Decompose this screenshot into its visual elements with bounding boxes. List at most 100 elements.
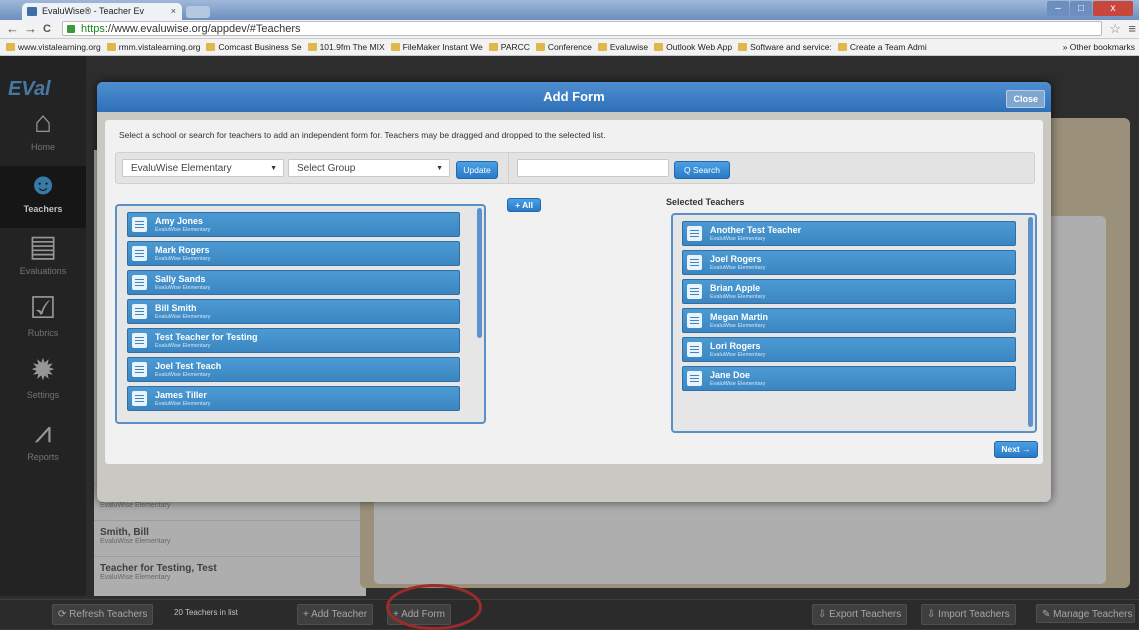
tab-title: EvaluWise® - Teacher Ev xyxy=(42,6,145,16)
drag-handle-icon[interactable] xyxy=(132,362,147,377)
lock-icon xyxy=(67,25,75,33)
bookmark-star-icon[interactable]: ☆ xyxy=(1109,21,1121,37)
teacher-card-name: James Tiller xyxy=(155,390,207,400)
browser-tab[interactable]: EvaluWise® - Teacher Ev × xyxy=(22,3,182,20)
teacher-card-school: EvaluWise Elementary xyxy=(155,256,211,262)
teacher-card[interactable]: Joel Rogers EvaluWise Elementary xyxy=(682,250,1016,275)
drag-handle-icon[interactable] xyxy=(132,304,147,319)
selected-scrollbar[interactable] xyxy=(1028,217,1033,427)
drag-handle-icon[interactable] xyxy=(132,275,147,290)
bookmark-label: rmm.vistalearning.org xyxy=(118,42,201,52)
bookmark-item[interactable]: www.vistalearning.org xyxy=(6,42,101,52)
bookmark-icon xyxy=(307,43,317,51)
teacher-card-school: EvaluWise Elementary xyxy=(710,381,766,387)
teacher-card[interactable]: Test Teacher for Testing EvaluWise Elemen… xyxy=(127,328,460,353)
back-button[interactable]: ← xyxy=(6,21,19,36)
add-form-modal: Add Form Close Select a school or search… xyxy=(97,82,1051,502)
selected-teachers-list[interactable]: Another Test Teacher EvaluWise Elementary… xyxy=(671,213,1037,433)
teacher-card[interactable]: James Tiller EvaluWise Elementary xyxy=(127,386,460,411)
bookmark-item[interactable]: Create a Team Admi xyxy=(837,42,927,52)
filter-divider xyxy=(508,153,509,183)
teacher-card[interactable]: Bill Smith EvaluWise Elementary xyxy=(127,299,460,324)
minimize-button[interactable]: – xyxy=(1047,1,1069,16)
teacher-card[interactable]: Mark Rogers EvaluWise Elementary xyxy=(127,241,460,266)
teacher-card-school: EvaluWise Elementary xyxy=(155,343,211,349)
instructions-text: Select a school or search for teachers t… xyxy=(119,130,606,140)
bookmark-item[interactable]: Comcast Business Se xyxy=(206,42,302,52)
school-select-value: EvaluWise Elementary xyxy=(131,163,232,174)
bookmark-item[interactable]: FileMaker Instant We xyxy=(390,42,483,52)
school-select[interactable]: EvaluWise Elementary ▼ xyxy=(122,159,284,177)
chevron-down-icon: ▼ xyxy=(270,165,277,172)
search-input[interactable] xyxy=(517,159,669,177)
bookmark-item[interactable]: rmm.vistalearning.org xyxy=(106,42,201,52)
bookmark-item[interactable]: Conference xyxy=(535,42,592,52)
next-button[interactable]: Next → xyxy=(994,441,1038,458)
bookmark-icon xyxy=(738,43,748,51)
teacher-card[interactable]: Amy Jones EvaluWise Elementary xyxy=(127,212,460,237)
drag-handle-icon[interactable] xyxy=(687,342,702,357)
teacher-card-name: Joel Test Teach xyxy=(155,361,222,371)
teacher-card[interactable]: Lori Rogers EvaluWise Elementary xyxy=(682,337,1016,362)
url-field[interactable]: https://www.evaluwise.org/appdev/#Teache… xyxy=(62,21,1102,36)
drag-handle-icon[interactable] xyxy=(687,313,702,328)
teacher-card-school: EvaluWise Elementary xyxy=(710,265,766,271)
teacher-card-name: Another Test Teacher xyxy=(710,225,802,235)
drag-handle-icon[interactable] xyxy=(132,217,147,232)
bookmark-icon xyxy=(654,43,664,51)
drag-handle-icon[interactable] xyxy=(687,284,702,299)
available-teachers-list[interactable]: Amy Jones EvaluWise Elementary Mark Rogers… xyxy=(115,204,486,424)
teacher-card[interactable]: Another Test Teacher EvaluWise Elementary xyxy=(682,221,1016,246)
drag-handle-icon[interactable] xyxy=(132,333,147,348)
available-scrollbar[interactable] xyxy=(477,208,482,338)
teacher-card-name: Bill Smith xyxy=(155,303,197,313)
bookmark-item[interactable]: PARCC xyxy=(488,42,530,52)
bookmark-label: FileMaker Instant We xyxy=(402,42,483,52)
teacher-card[interactable]: Joel Test Teach EvaluWise Elementary xyxy=(127,357,460,382)
window-controls: – □ x xyxy=(1047,1,1133,16)
teacher-card-name: Sally Sands xyxy=(155,274,206,284)
new-tab-button[interactable] xyxy=(186,6,210,18)
teacher-card-school: EvaluWise Elementary xyxy=(155,314,211,320)
browser-menu-icon[interactable]: ≡ xyxy=(1128,21,1136,36)
bookmark-label: Conference xyxy=(547,42,592,52)
tab-close-icon[interactable]: × xyxy=(171,3,176,20)
teacher-card[interactable]: Megan Martin EvaluWise Elementary xyxy=(682,308,1016,333)
bookmark-item[interactable]: Outlook Web App xyxy=(654,42,732,52)
add-all-button[interactable]: + All xyxy=(507,198,541,212)
drag-handle-icon[interactable] xyxy=(687,371,702,386)
bookmark-item[interactable]: Evaluwise xyxy=(597,42,649,52)
close-button[interactable]: Close xyxy=(1006,90,1045,108)
maximize-button[interactable]: □ xyxy=(1070,1,1092,16)
bookmark-icon xyxy=(390,43,400,51)
drag-handle-icon[interactable] xyxy=(687,226,702,241)
teacher-card-school: EvaluWise Elementary xyxy=(155,227,211,233)
annotation-circle xyxy=(386,584,482,630)
update-button[interactable]: Update xyxy=(456,161,498,179)
bookmark-item[interactable]: 101.9fm The MIX xyxy=(307,42,385,52)
teacher-card-name: Jane Doe xyxy=(710,370,751,380)
bookmark-icon xyxy=(106,43,116,51)
teacher-card[interactable]: Jane Doe EvaluWise Elementary xyxy=(682,366,1016,391)
window-close-button[interactable]: x xyxy=(1093,1,1133,16)
drag-handle-icon[interactable] xyxy=(132,391,147,406)
teacher-card[interactable]: Sally Sands EvaluWise Elementary xyxy=(127,270,460,295)
search-button[interactable]: Q Search xyxy=(674,161,730,179)
teacher-card[interactable]: Brian Apple EvaluWise Elementary xyxy=(682,279,1016,304)
bookmark-item[interactable]: Software and service: xyxy=(738,42,832,52)
browser-titlebar: EvaluWise® - Teacher Ev × – □ x xyxy=(0,0,1139,20)
bookmark-icon xyxy=(206,43,216,51)
bookmark-label: Evaluwise xyxy=(609,42,649,52)
reload-button[interactable]: C xyxy=(43,23,51,35)
teacher-card-school: EvaluWise Elementary xyxy=(710,294,766,300)
teacher-card-school: EvaluWise Elementary xyxy=(155,285,211,291)
teacher-card-school: EvaluWise Elementary xyxy=(710,352,766,358)
forward-button[interactable]: → xyxy=(24,21,37,36)
modal-title: Add Form xyxy=(543,89,605,104)
site-favicon-icon xyxy=(27,7,37,16)
drag-handle-icon[interactable] xyxy=(687,255,702,270)
bookmark-label: Outlook Web App xyxy=(666,42,733,52)
drag-handle-icon[interactable] xyxy=(132,246,147,261)
other-bookmarks[interactable]: » Other bookmarks xyxy=(1058,40,1139,55)
group-select[interactable]: Select Group ▼ xyxy=(288,159,450,177)
